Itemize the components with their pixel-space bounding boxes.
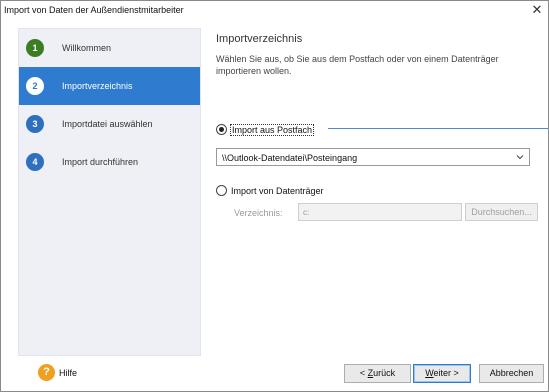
window-title: Import von Daten der Außendienstmitarbei… <box>4 5 184 15</box>
mailbox-radio[interactable] <box>216 124 227 135</box>
browse-button[interactable]: Durchsuchen... <box>465 203 538 221</box>
help-icon[interactable]: ? <box>38 364 55 381</box>
mailbox-folder-select[interactable]: \\Outlook-Datendatei\Posteingang <box>216 148 530 166</box>
import-dialog: Import von Daten der Außendienstmitarbei… <box>0 0 549 392</box>
group-divider <box>328 128 548 129</box>
next-label: eiter > <box>433 368 459 378</box>
step-importverzeichnis[interactable]: 2 Importverzeichnis <box>19 67 200 105</box>
step-label: Import durchführen <box>62 157 139 167</box>
help-link[interactable]: Hilfe <box>59 368 77 378</box>
drive-radio-label[interactable]: Import von Datenträger <box>231 186 324 196</box>
back-prefix: < <box>359 368 368 378</box>
step-label: Importverzeichnis <box>62 81 133 91</box>
next-button[interactable]: Weiter > <box>413 364 471 383</box>
step-number-badge: 4 <box>26 153 44 171</box>
directory-value: c: <box>303 208 310 217</box>
title-bar: Import von Daten der Außendienstmitarbei… <box>1 1 548 19</box>
page-title: Importverzeichnis <box>216 33 303 45</box>
step-label: Importdatei auswählen <box>62 119 153 129</box>
page-description: Wählen Sie aus, ob Sie aus dem Postfach … <box>216 54 499 76</box>
dialog-footer: ? Hilfe < Zurück Weiter > Abbrechen <box>1 358 548 391</box>
mailbox-radio-text: Import aus Postfach <box>230 124 315 136</box>
step-content: Importverzeichnis Wählen Sie aus, ob Sie… <box>202 28 548 356</box>
chevron-down-icon <box>516 155 524 160</box>
step-importdatei-auswaehlen[interactable]: 3 Importdatei auswählen <box>19 105 200 143</box>
next-accelerator: W <box>425 368 434 378</box>
step-import-durchfuehren[interactable]: 4 Import durchführen <box>19 143 200 181</box>
wizard-steps: 1 Willkommen 2 Importverzeichnis 3 Impor… <box>18 28 201 356</box>
mailbox-folder-value: \\Outlook-Datendatei\Posteingang <box>222 153 358 163</box>
mailbox-radio-label[interactable]: Import aus Postfach <box>230 124 315 136</box>
drive-radio[interactable] <box>216 185 227 196</box>
directory-label: Verzeichnis: <box>234 208 283 218</box>
step-number-badge: 3 <box>26 115 44 133</box>
back-label: urück <box>373 368 396 378</box>
step-number-badge: 2 <box>26 77 44 95</box>
back-button[interactable]: < Zurück <box>344 364 411 383</box>
close-icon[interactable]: ✕ <box>529 2 545 18</box>
step-willkommen[interactable]: 1 Willkommen <box>19 29 200 67</box>
cancel-button[interactable]: Abbrechen <box>479 364 544 383</box>
step-number-badge: 1 <box>26 39 44 57</box>
directory-input[interactable]: c: <box>298 203 462 221</box>
step-label: Willkommen <box>62 43 112 53</box>
